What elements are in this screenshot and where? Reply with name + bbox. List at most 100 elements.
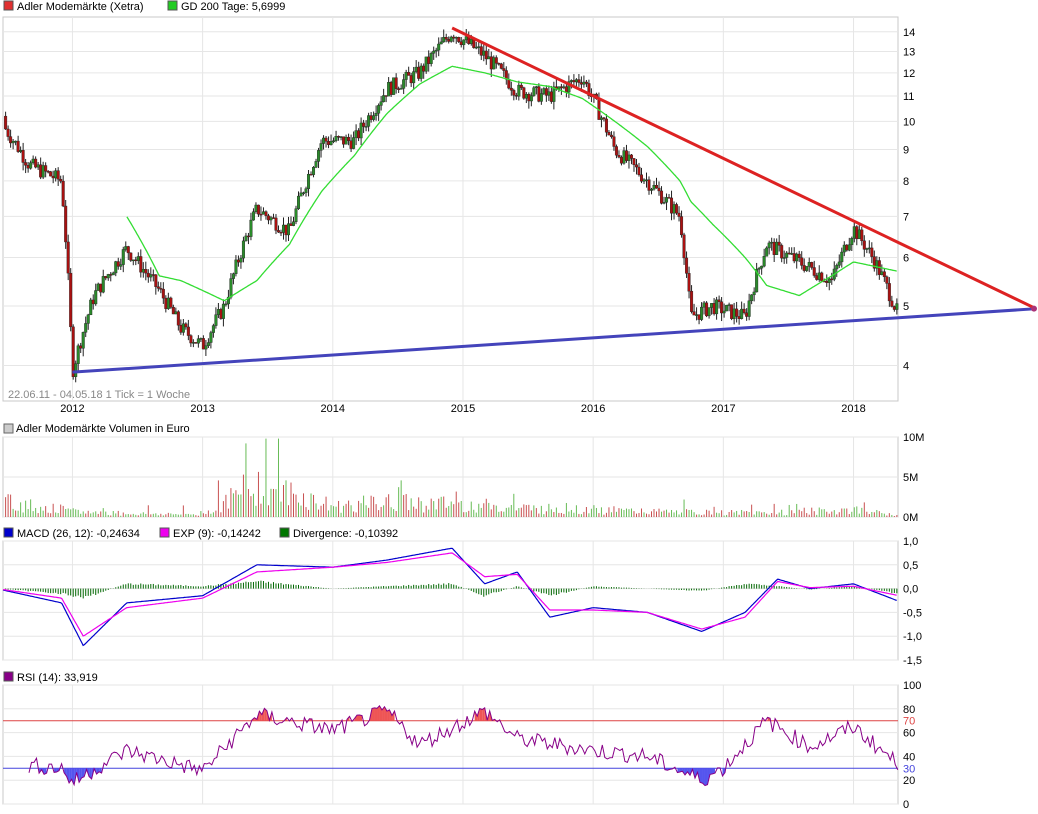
price-x-tick: 2017 <box>711 403 735 415</box>
candle <box>352 137 356 149</box>
candle <box>344 136 348 145</box>
candle <box>61 180 65 207</box>
candle <box>372 115 376 120</box>
candle <box>444 37 448 40</box>
rsi-overbought-fill <box>356 715 360 721</box>
candle <box>417 66 421 79</box>
candle <box>99 283 103 293</box>
candle <box>747 300 751 317</box>
candle <box>507 79 511 89</box>
candle <box>474 46 478 49</box>
candle <box>9 136 13 144</box>
candle <box>482 50 486 56</box>
candle <box>181 323 185 333</box>
candle <box>377 105 381 114</box>
candle <box>845 244 849 251</box>
candle <box>652 185 656 190</box>
candle <box>820 272 824 282</box>
candle <box>229 278 233 298</box>
candle <box>722 310 726 314</box>
price-x-tick: 2018 <box>841 403 865 415</box>
candle <box>11 141 15 144</box>
candle <box>577 79 581 83</box>
candle <box>852 226 856 239</box>
candle <box>402 79 406 89</box>
candle <box>384 95 388 97</box>
candle <box>830 278 834 281</box>
candle <box>429 53 433 64</box>
candle <box>850 238 854 246</box>
candle <box>389 82 393 95</box>
legend-label: RSI (14): 33,919 <box>17 672 98 684</box>
candle <box>692 311 696 316</box>
candle <box>702 302 706 308</box>
candle <box>524 93 528 99</box>
macd-y-tick: -1,5 <box>903 655 922 667</box>
candle <box>740 308 744 319</box>
price-y-tick: 5 <box>903 301 909 313</box>
volume-legend-swatch <box>3 423 14 434</box>
candle <box>362 122 366 127</box>
volume-panel: Adler Modemärkte Volumen in Euro 10M 5M 0M <box>2 423 924 524</box>
candle <box>660 190 664 204</box>
candle <box>742 308 746 313</box>
candle <box>206 342 210 346</box>
candle <box>84 323 88 333</box>
candle <box>805 266 809 271</box>
candle <box>890 300 894 307</box>
price-x-tick: 2014 <box>321 403 345 415</box>
candle <box>439 41 443 45</box>
candle <box>407 72 411 76</box>
candle <box>770 241 774 244</box>
candle <box>184 323 188 328</box>
candle <box>757 267 761 270</box>
candle <box>56 170 60 180</box>
candle <box>639 174 643 182</box>
candle <box>209 332 213 343</box>
candle <box>700 306 704 320</box>
candle <box>347 136 351 141</box>
candle <box>149 274 153 278</box>
candle <box>354 130 358 138</box>
candle <box>880 271 884 275</box>
candle <box>34 158 38 168</box>
candle <box>201 338 205 350</box>
candle <box>46 170 50 173</box>
candle <box>662 202 666 204</box>
candle <box>397 88 401 90</box>
candle <box>199 338 203 340</box>
candle <box>737 316 741 319</box>
candle <box>64 205 68 243</box>
price-y-tick: 11 <box>903 91 914 103</box>
candle <box>624 150 628 161</box>
date-range-info: 22.06.11 - 04.05.18 1 Tick = 1 Woche <box>8 389 190 401</box>
candle <box>79 345 83 349</box>
candle <box>479 46 483 56</box>
candle <box>129 252 133 261</box>
candle <box>367 115 371 127</box>
candle <box>657 187 661 192</box>
candle <box>792 253 796 262</box>
candle <box>617 155 621 158</box>
candle <box>464 36 468 41</box>
candle <box>116 261 120 267</box>
candle <box>101 276 105 293</box>
candle <box>399 88 403 90</box>
candle <box>276 230 280 233</box>
price-x-tick: 2013 <box>190 403 214 415</box>
candle <box>419 65 423 79</box>
candle <box>314 161 318 168</box>
candle <box>422 65 426 72</box>
candle <box>269 217 273 221</box>
candle <box>136 256 140 261</box>
candle <box>862 240 866 250</box>
rsi-overbought-fill <box>479 708 483 721</box>
candle <box>424 56 428 72</box>
candle <box>374 113 378 116</box>
candle <box>114 261 118 274</box>
candle <box>236 259 240 263</box>
candle <box>760 265 764 269</box>
rsi-y-tick: 20 <box>903 775 915 787</box>
candle <box>387 82 391 97</box>
candle <box>437 43 441 51</box>
